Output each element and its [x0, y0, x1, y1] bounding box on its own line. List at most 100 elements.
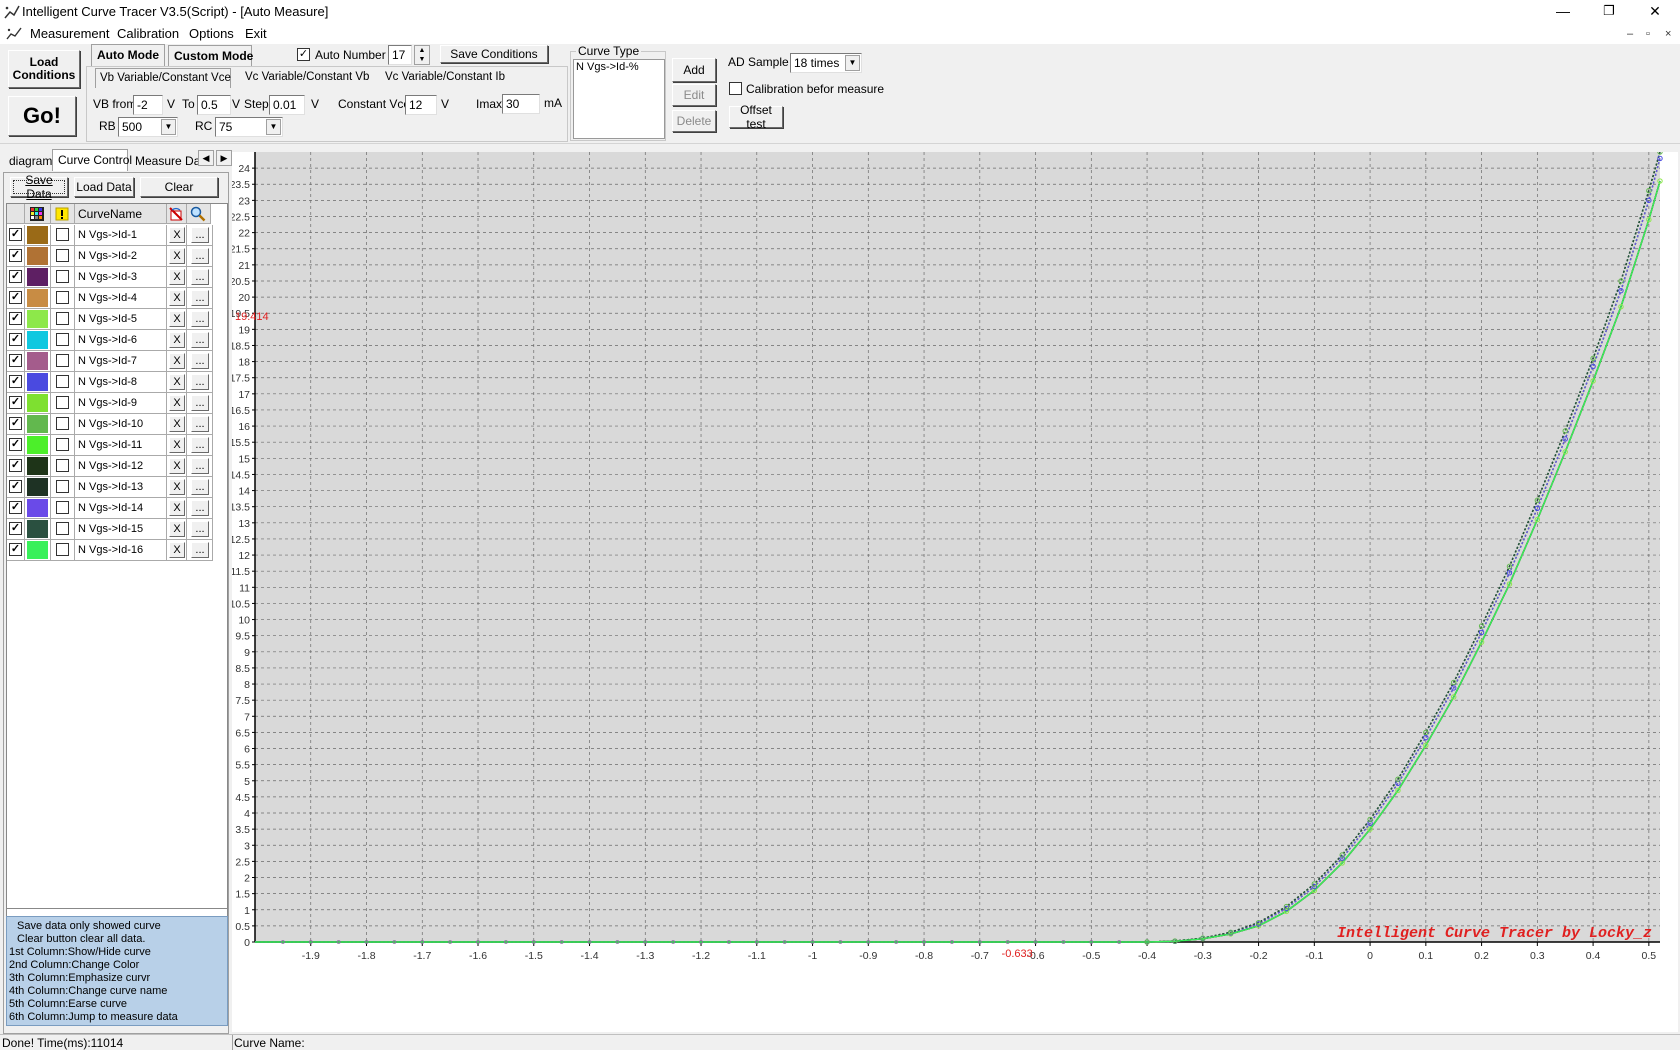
emphasize-checkbox[interactable] [56, 501, 69, 514]
color-swatch[interactable] [27, 331, 48, 349]
curve-name-cell[interactable]: N Vgs->Id-8 [75, 372, 167, 393]
menu-measurement[interactable]: Measurement [30, 26, 109, 41]
auto-number-input[interactable]: 17 [388, 45, 412, 65]
curve-row[interactable]: ✓ N Vgs->Id-1 X... [7, 225, 213, 246]
curve-row[interactable]: ✓ N Vgs->Id-6 X... [7, 330, 213, 351]
color-swatch[interactable] [27, 541, 48, 559]
color-swatch[interactable] [27, 289, 48, 307]
show-curve-checkbox[interactable]: ✓ [9, 375, 22, 388]
menu-calibration[interactable]: Calibration [117, 26, 179, 41]
color-swatch[interactable] [27, 247, 48, 265]
color-cell[interactable] [25, 477, 51, 498]
erase-curve-button[interactable]: X [169, 479, 185, 495]
curve-row[interactable]: ✓ N Vgs->Id-5 X... [7, 309, 213, 330]
erase-curve-button[interactable]: X [169, 311, 185, 327]
show-curve-checkbox[interactable]: ✓ [9, 438, 22, 451]
tab-diagram[interactable]: diagram [4, 151, 57, 171]
jump-to-data-button[interactable]: ... [191, 521, 209, 537]
load-conditions-button[interactable]: Load Conditions [8, 50, 80, 88]
color-swatch[interactable] [27, 373, 48, 391]
erase-curve-button[interactable]: X [169, 269, 185, 285]
show-curve-checkbox[interactable]: ✓ [9, 333, 22, 346]
curve-type-item[interactable]: N Vgs->Id-% [576, 61, 662, 73]
curve-name-cell[interactable]: N Vgs->Id-5 [75, 309, 167, 330]
color-swatch[interactable] [27, 268, 48, 286]
color-cell[interactable] [25, 288, 51, 309]
curve-name-cell[interactable]: N Vgs->Id-14 [75, 498, 167, 519]
emphasize-checkbox[interactable] [56, 480, 69, 493]
curve-row[interactable]: ✓ N Vgs->Id-8 X... [7, 372, 213, 393]
mdi-child-icon[interactable] [6, 27, 22, 41]
load-data-button[interactable]: Load Data [74, 177, 134, 197]
erase-curve-button[interactable]: X [169, 332, 185, 348]
jump-to-data-button[interactable]: ... [191, 353, 209, 369]
color-swatch[interactable] [27, 457, 48, 475]
emphasize-checkbox[interactable] [56, 312, 69, 325]
erase-curve-button[interactable]: X [169, 416, 185, 432]
show-curve-checkbox[interactable]: ✓ [9, 417, 22, 430]
chart-plot[interactable]: -1.9 -1.8 -1.7 -1.6 -1.5 -1.4 -1.3 -1.2 -1.1 -1 -0… [230, 149, 1678, 1032]
emphasize-checkbox[interactable] [56, 228, 69, 241]
mdi-close-button[interactable]: × [1665, 28, 1671, 40]
curve-row[interactable]: ✓ N Vgs->Id-13 X... [7, 477, 213, 498]
mdi-restore-button[interactable]: ▫ [1646, 28, 1650, 40]
show-curve-checkbox[interactable]: ✓ [9, 249, 22, 262]
erase-curve-button[interactable]: X [169, 437, 185, 453]
curve-name-cell[interactable]: N Vgs->Id-1 [75, 225, 167, 246]
emphasize-checkbox[interactable] [56, 270, 69, 283]
show-curve-checkbox[interactable]: ✓ [9, 501, 22, 514]
color-swatch[interactable] [27, 478, 48, 496]
edit-button[interactable]: Edit [672, 84, 716, 106]
curve-name-cell[interactable]: N Vgs->Id-9 [75, 393, 167, 414]
clear-button[interactable]: Clear [140, 177, 218, 197]
color-swatch[interactable] [27, 436, 48, 454]
curve-name-cell[interactable]: N Vgs->Id-2 [75, 246, 167, 267]
curve-name-cell[interactable]: N Vgs->Id-11 [75, 435, 167, 456]
jump-to-data-button[interactable]: ... [191, 500, 209, 516]
curve-row[interactable]: ✓ N Vgs->Id-7 X... [7, 351, 213, 372]
jump-to-data-button[interactable]: ... [191, 227, 209, 243]
curve-type-list[interactable]: N Vgs->Id-% [573, 59, 665, 139]
erase-curve-button[interactable]: X [169, 227, 185, 243]
curve-name-cell[interactable]: N Vgs->Id-16 [75, 540, 167, 561]
auto-number-spinner[interactable]: ▲ ▼ [414, 45, 430, 65]
color-cell[interactable] [25, 519, 51, 540]
tab-vc-variable-vb[interactable]: Vc Variable/Constant Vb [240, 68, 374, 88]
color-cell[interactable] [25, 393, 51, 414]
curve-row[interactable]: ✓ N Vgs->Id-10 X... [7, 414, 213, 435]
jump-to-data-button[interactable]: ... [191, 311, 209, 327]
color-cell[interactable] [25, 246, 51, 267]
chart-area[interactable]: -1.9 -1.8 -1.7 -1.6 -1.5 -1.4 -1.3 -1.2 -1.1 -1 -0… [230, 149, 1678, 1032]
curve-name-cell[interactable]: N Vgs->Id-13 [75, 477, 167, 498]
emphasize-checkbox[interactable] [56, 522, 69, 535]
color-cell[interactable] [25, 414, 51, 435]
jump-to-data-button[interactable]: ... [191, 269, 209, 285]
show-curve-checkbox[interactable]: ✓ [9, 522, 22, 535]
color-cell[interactable] [25, 267, 51, 288]
jump-to-data-button[interactable]: ... [191, 416, 209, 432]
tab-auto-mode[interactable]: Auto Mode [91, 44, 165, 66]
show-curve-checkbox[interactable]: ✓ [9, 396, 22, 409]
tab-vc-variable-ib[interactable]: Vc Variable/Constant Ib [380, 68, 514, 88]
curve-name-cell[interactable]: N Vgs->Id-10 [75, 414, 167, 435]
vb-from-input[interactable]: -2 [133, 95, 163, 115]
color-cell[interactable] [25, 309, 51, 330]
curve-row[interactable]: ✓ N Vgs->Id-9 X... [7, 393, 213, 414]
color-cell[interactable] [25, 351, 51, 372]
curve-row[interactable]: ✓ N Vgs->Id-2 X... [7, 246, 213, 267]
imax-input[interactable]: 30 [502, 94, 540, 114]
menu-options[interactable]: Options [189, 26, 234, 41]
curve-row[interactable]: ✓ N Vgs->Id-4 X... [7, 288, 213, 309]
erase-curve-button[interactable]: X [169, 458, 185, 474]
color-cell[interactable] [25, 225, 51, 246]
jump-to-data-button[interactable]: ... [191, 458, 209, 474]
emphasize-checkbox[interactable] [56, 459, 69, 472]
jump-to-data-button[interactable]: ... [191, 395, 209, 411]
tab-custom-mode[interactable]: Custom Mode [168, 45, 253, 67]
save-data-button[interactable]: Save Data [10, 173, 68, 201]
erase-curve-button[interactable]: X [169, 500, 185, 516]
show-curve-checkbox[interactable]: ✓ [9, 480, 22, 493]
color-swatch[interactable] [27, 520, 48, 538]
menu-exit[interactable]: Exit [245, 26, 267, 41]
color-swatch[interactable] [27, 310, 48, 328]
